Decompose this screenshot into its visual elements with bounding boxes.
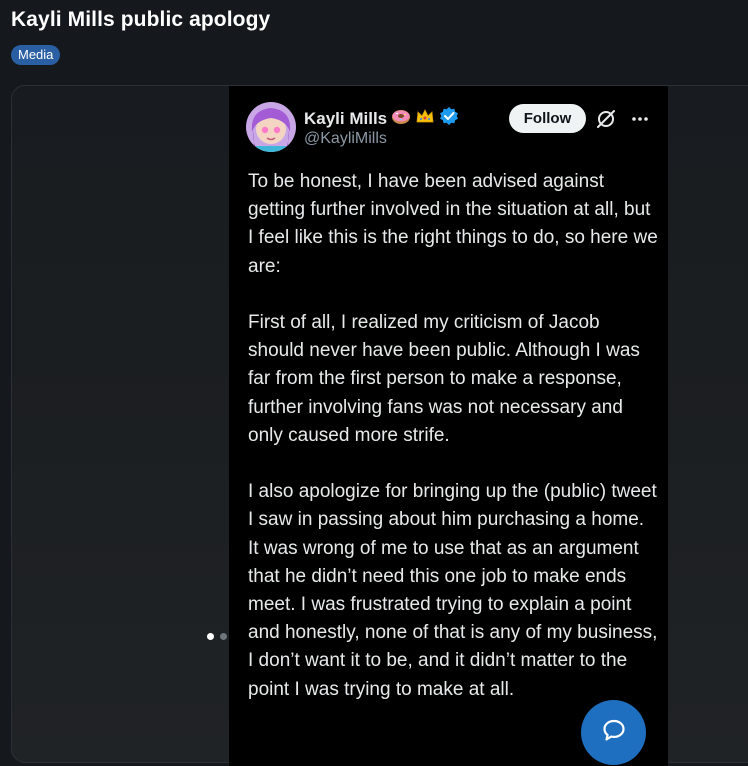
carousel-dot-active[interactable] [207,633,214,640]
donut-emoji [391,107,411,130]
tweet-paragraph: I also apologize for bringing up the (pu… [248,481,658,700]
tweet-paragraph: To be honest, I have been advised agains… [248,171,658,277]
chat-bubble-icon [600,716,628,749]
tweet-text: To be honest, I have been advised agains… [248,168,658,732]
crown-emoji [415,107,435,130]
more-horizontal-icon[interactable] [629,108,651,130]
display-name[interactable]: Kayli Mills [304,109,387,129]
post-flair-badge[interactable]: Media [11,45,61,65]
avatar[interactable] [246,102,296,152]
carousel-dot[interactable] [220,633,227,640]
verified-badge-icon[interactable] [439,106,459,131]
chat-button[interactable] [581,700,646,765]
page: Kayli Mills public apology Media Kayli M… [0,0,748,766]
display-name-row[interactable]: Kayli Mills [304,106,459,131]
tweet-screenshot: Kayli Mills @KayliMills Follow To be hon… [229,86,668,766]
follow-button[interactable]: Follow [509,104,586,133]
user-handle[interactable]: @KayliMills [304,130,387,148]
carousel-indicator [207,633,227,640]
grok-icon[interactable] [595,108,617,130]
tweet-paragraph: First of all, I realized my criticism of… [248,312,640,446]
post-title[interactable]: Kayli Mills public apology [11,6,270,34]
